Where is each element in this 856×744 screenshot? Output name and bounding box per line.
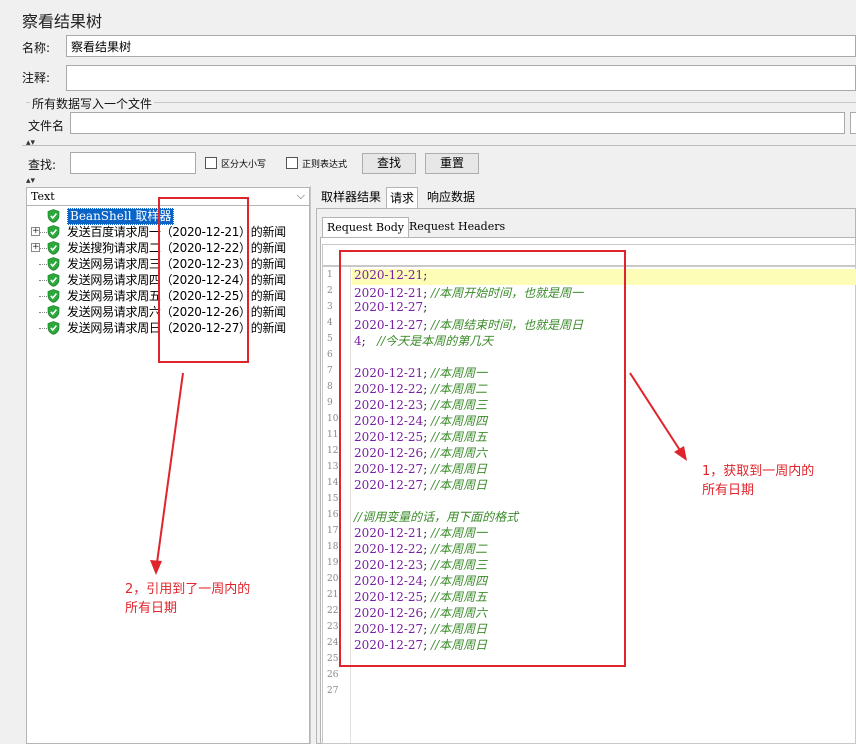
tree-connector <box>39 232 47 233</box>
success-shield-icon <box>47 257 60 271</box>
reset-button[interactable]: 重置 <box>425 153 479 174</box>
file-group-title: 所有数据写入一个文件 <box>30 95 155 112</box>
line-number: 27 <box>327 686 339 696</box>
find-button[interactable]: 查找 <box>362 153 416 174</box>
comment-label: 注释: <box>22 71 51 85</box>
annotation-box-tree-dates <box>158 197 249 363</box>
search-label: 查找: <box>28 158 57 172</box>
case-sensitive-label: 区分大小写 <box>221 160 267 170</box>
renderer-select-value: Text <box>31 190 55 203</box>
panel-title: 察看结果树 <box>22 12 103 31</box>
annotation-box-code-dates <box>339 250 626 667</box>
browse-button-edge[interactable] <box>850 112 856 134</box>
success-shield-icon <box>47 321 60 335</box>
tree-connector <box>39 248 47 249</box>
annotation-right-line1: 1，获取到一周内的 <box>702 464 815 479</box>
line-number: 26 <box>327 670 339 680</box>
expand-plus-icon[interactable]: + <box>31 227 40 236</box>
annotation-left: 2，引用到了一周内的 所有日期 <box>125 580 250 618</box>
filename-label: 文件名 <box>28 119 65 133</box>
tree-connector <box>39 280 47 281</box>
tree-connector <box>39 312 47 313</box>
splitter-arrows-bottom[interactable]: ▴▾ <box>26 176 35 186</box>
tab-sampler-result[interactable]: 取样器结果 <box>318 187 384 208</box>
annotation-right-line2: 所有日期 <box>702 483 755 498</box>
success-shield-icon <box>47 305 60 319</box>
success-shield-icon <box>47 225 60 239</box>
filename-field[interactable] <box>70 112 845 134</box>
annotation-left-line1: 2，引用到了一周内的 <box>125 582 251 597</box>
regex-checkbox[interactable] <box>286 157 298 169</box>
tree-connector <box>39 296 47 297</box>
name-field[interactable]: 察看结果树 <box>66 35 856 57</box>
tree-connector <box>39 264 47 265</box>
success-shield-icon <box>47 209 60 223</box>
chevron-down-icon: ⌵ <box>296 189 305 202</box>
comment-field[interactable] <box>66 65 856 91</box>
annotation-left-line2: 所有日期 <box>125 601 178 616</box>
success-shield-icon <box>47 241 60 255</box>
annotation-right: 1，获取到一周内的 所有日期 <box>702 462 814 500</box>
name-label: 名称: <box>22 41 51 55</box>
splitter-arrows-top[interactable]: ▴▾ <box>26 138 35 148</box>
splitter-line <box>22 145 856 146</box>
subtab-request-body[interactable]: Request Body <box>322 217 409 237</box>
pane-divider[interactable] <box>310 186 311 744</box>
expand-plus-icon[interactable]: + <box>31 243 40 252</box>
success-shield-icon <box>47 289 60 303</box>
subtab-request-headers[interactable]: Request Headers <box>405 217 509 237</box>
search-input[interactable] <box>70 152 196 174</box>
tab-response-data[interactable]: 响应数据 <box>424 187 478 208</box>
success-shield-icon <box>47 273 60 287</box>
tab-request[interactable]: 请求 <box>386 187 419 208</box>
tree-connector <box>39 328 47 329</box>
regex-label: 正则表达式 <box>302 160 348 170</box>
case-sensitive-checkbox[interactable] <box>205 157 217 169</box>
